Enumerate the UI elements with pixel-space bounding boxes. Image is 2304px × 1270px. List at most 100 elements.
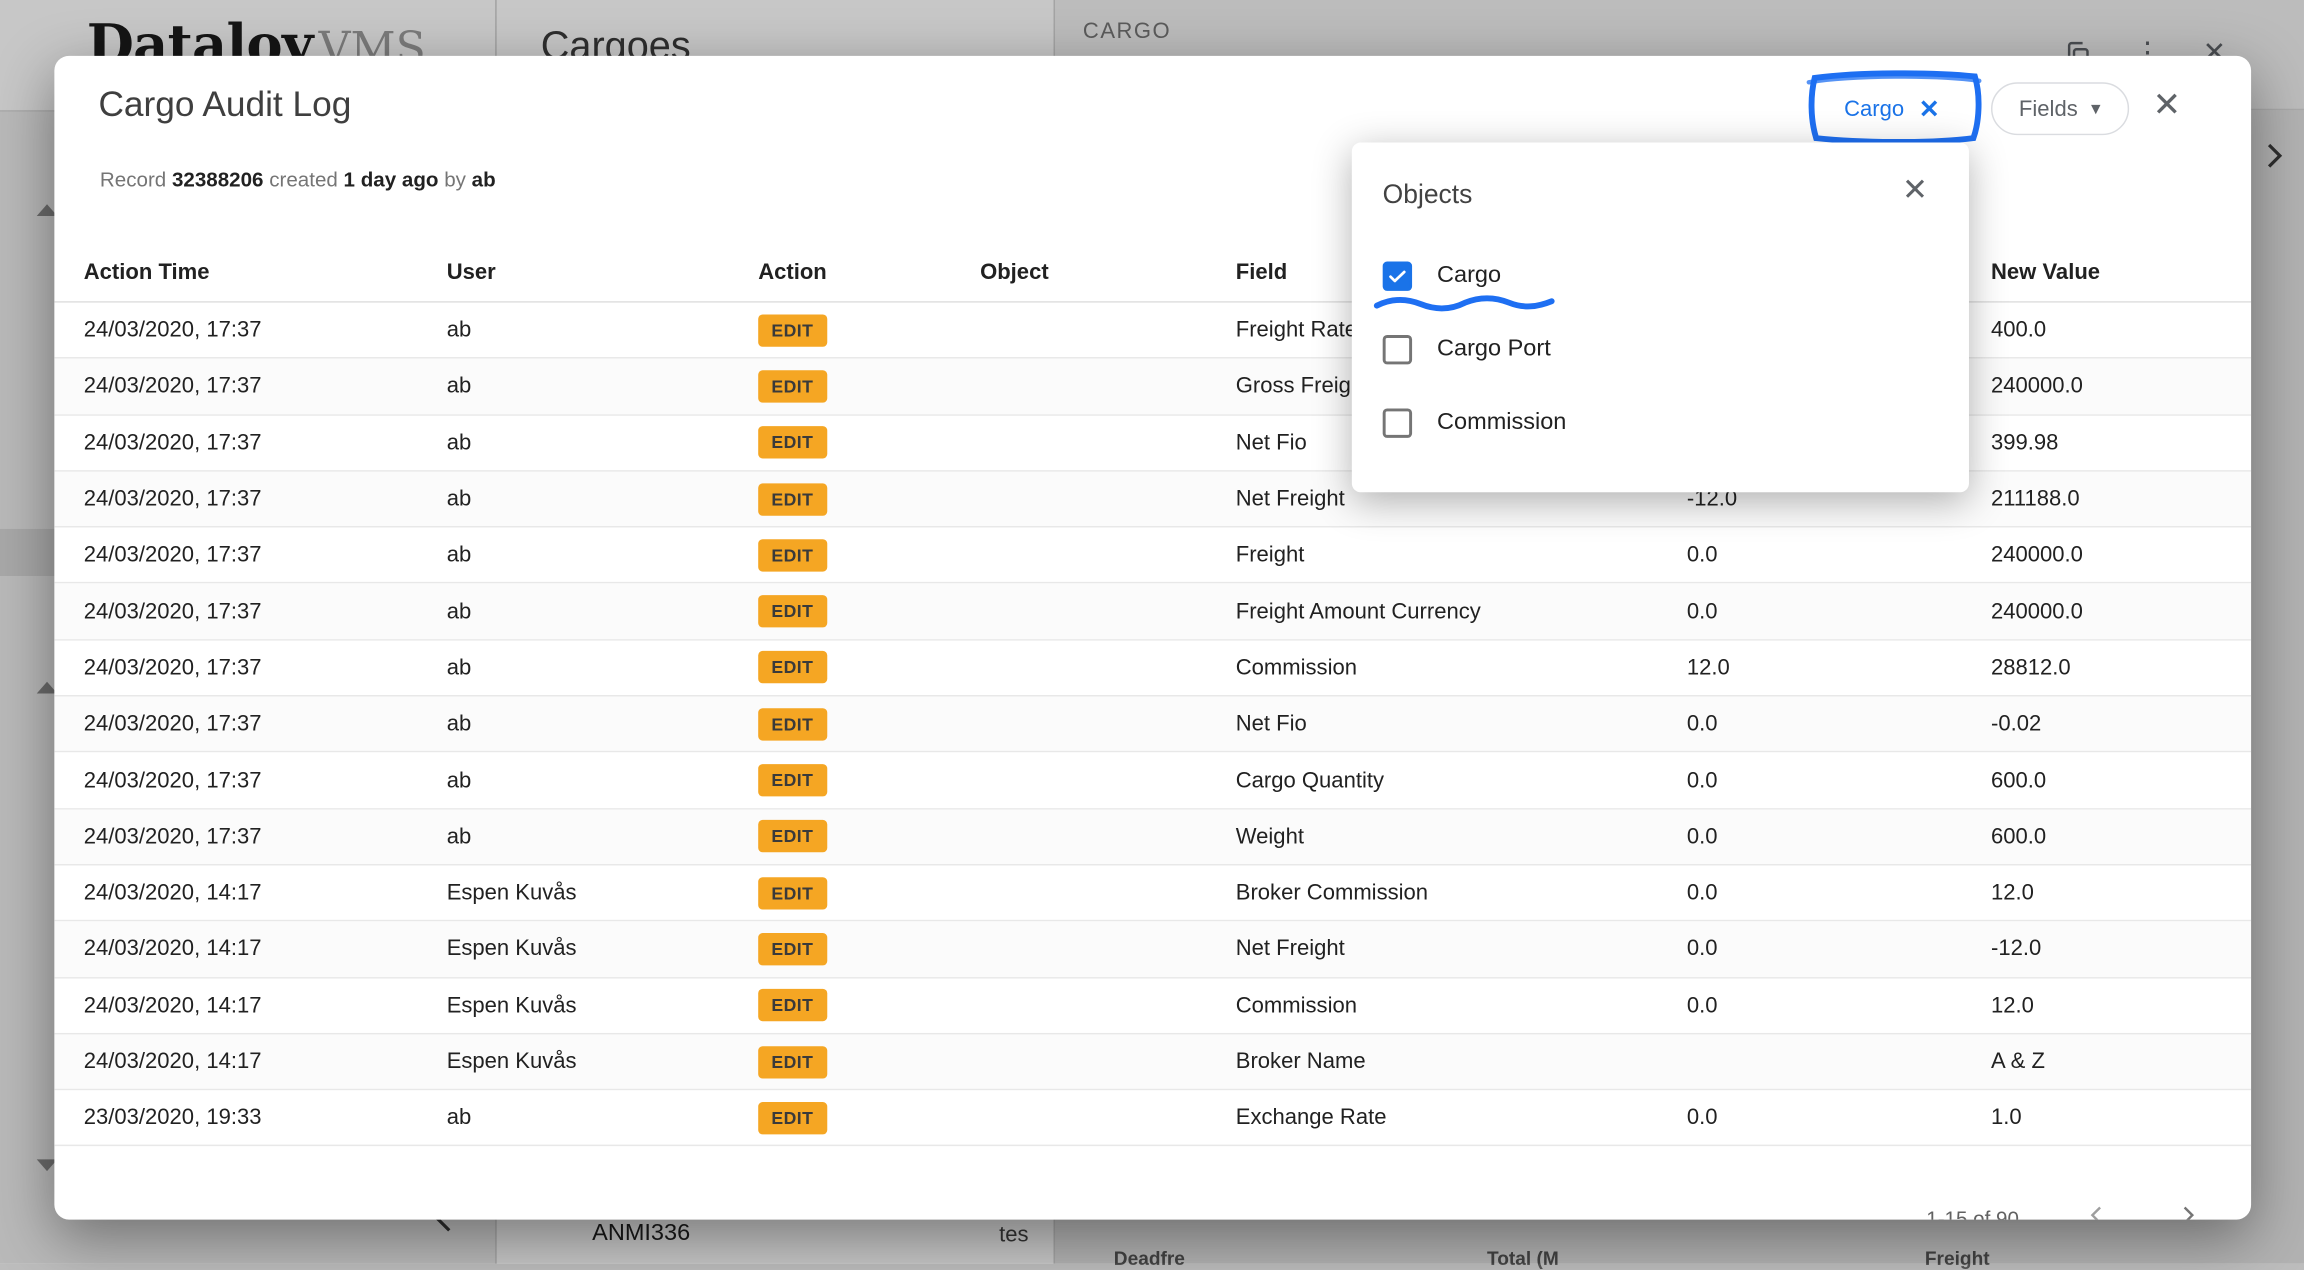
created-word: created: [269, 168, 338, 192]
option-label: Cargo Port: [1437, 336, 1551, 362]
cell-user: ab: [447, 599, 759, 624]
cell-field: Broker Commission: [1236, 880, 1687, 905]
cell-old-value: 0.0: [1687, 712, 1991, 737]
fields-dropdown-button[interactable]: Fields ▾: [1991, 82, 2128, 135]
cell-field: Weight: [1236, 824, 1687, 849]
cell-user: ab: [447, 1105, 759, 1130]
option-label: Commission: [1437, 410, 1566, 436]
filter-chip-cargo[interactable]: Cargo ✕: [1826, 87, 1957, 131]
cell-action: EDIT: [758, 595, 980, 627]
cell-new-value: 240000.0: [1991, 543, 2222, 568]
cell-action: EDIT: [758, 483, 980, 515]
cell-field: Broker Name: [1236, 1049, 1687, 1074]
objects-option[interactable]: Commission: [1352, 386, 1969, 459]
cell-field: Net Fio: [1236, 712, 1687, 737]
cell-action-time: 24/03/2020, 17:37: [84, 655, 447, 680]
cell-action: EDIT: [758, 708, 980, 740]
cell-old-value: 0.0: [1687, 824, 1991, 849]
column-header: Action: [758, 260, 980, 285]
action-badge: EDIT: [758, 652, 826, 684]
cell-action-time: 24/03/2020, 14:17: [84, 937, 447, 962]
cell-action-time: 23/03/2020, 19:33: [84, 1105, 447, 1130]
next-page-icon[interactable]: [2175, 1202, 2201, 1220]
cell-new-value: 12.0: [1991, 880, 2222, 905]
action-badge: EDIT: [758, 314, 826, 346]
cell-action: EDIT: [758, 652, 980, 684]
column-header: New Value: [1991, 260, 2222, 285]
chip-close-icon[interactable]: ✕: [1919, 96, 1940, 121]
cell-new-value: 28812.0: [1991, 655, 2222, 680]
cell-user: Espen Kuvås: [447, 880, 759, 905]
cell-field: Freight Amount Currency: [1236, 599, 1687, 624]
checkbox[interactable]: [1383, 335, 1412, 364]
cell-old-value: 0.0: [1687, 993, 1991, 1018]
pagination: 1-15 of 90: [1926, 1202, 2201, 1220]
table-row: 24/03/2020, 14:17 Espen Kuvås EDIT Net F…: [54, 922, 2251, 978]
cell-action: EDIT: [758, 1102, 980, 1134]
cell-user: ab: [447, 430, 759, 455]
dropdown-title: Objects: [1383, 179, 1473, 210]
objects-option[interactable]: Cargo: [1352, 240, 1969, 313]
column-header: Object: [980, 260, 1236, 285]
record-summary: Record 32388206 created 1 day ago by ab: [100, 168, 496, 192]
action-badge: EDIT: [758, 483, 826, 515]
action-badge: EDIT: [758, 1045, 826, 1077]
checkbox[interactable]: [1383, 408, 1412, 437]
previous-page-icon[interactable]: [2084, 1202, 2110, 1220]
dropdown-close-icon[interactable]: ✕: [1902, 175, 1928, 206]
cell-new-value: A & Z: [1991, 1049, 2222, 1074]
cell-old-value: 0.0: [1687, 1105, 1991, 1130]
cell-field: Commission: [1236, 655, 1687, 680]
checkbox[interactable]: [1383, 262, 1412, 291]
action-badge: EDIT: [758, 595, 826, 627]
cell-action-time: 24/03/2020, 14:17: [84, 1049, 447, 1074]
cell-user: ab: [447, 655, 759, 680]
table-row: 23/03/2020, 19:33 ab EDIT Exchange Rate …: [54, 1091, 2251, 1147]
cell-user: ab: [447, 824, 759, 849]
cell-new-value: 399.98: [1991, 430, 2222, 455]
action-badge: EDIT: [758, 708, 826, 740]
annotation-underline: [1372, 292, 1557, 310]
cell-action: EDIT: [758, 1045, 980, 1077]
cell-action: EDIT: [758, 764, 980, 796]
cell-old-value: 0.0: [1687, 543, 1991, 568]
cell-field: Exchange Rate: [1236, 1105, 1687, 1130]
cell-action-time: 24/03/2020, 17:37: [84, 712, 447, 737]
column-header: User: [447, 260, 759, 285]
cell-action: EDIT: [758, 820, 980, 852]
cell-action: EDIT: [758, 933, 980, 965]
cell-old-value: 12.0: [1687, 655, 1991, 680]
objects-dropdown: Objects ✕ Cargo Cargo Port Commission: [1352, 143, 1969, 493]
action-badge: EDIT: [758, 933, 826, 965]
cell-action-time: 24/03/2020, 14:17: [84, 880, 447, 905]
by-word: by: [444, 168, 466, 192]
cell-new-value: 211188.0: [1991, 486, 2222, 511]
action-badge: EDIT: [758, 820, 826, 852]
cell-user: ab: [447, 318, 759, 343]
cell-user: ab: [447, 486, 759, 511]
action-badge: EDIT: [758, 426, 826, 458]
cell-action-time: 24/03/2020, 17:37: [84, 543, 447, 568]
table-row: 24/03/2020, 17:37 ab EDIT Commission 12.…: [54, 640, 2251, 696]
cell-new-value: 400.0: [1991, 318, 2222, 343]
table-row: 24/03/2020, 17:37 ab EDIT Freight 0.0 24…: [54, 528, 2251, 584]
table-row: 24/03/2020, 14:17 Espen Kuvås EDIT Broke…: [54, 1034, 2251, 1090]
cell-action: EDIT: [758, 370, 980, 402]
cell-action-time: 24/03/2020, 17:37: [84, 599, 447, 624]
table-row: 24/03/2020, 14:17 Espen Kuvås EDIT Commi…: [54, 978, 2251, 1034]
table-row: 24/03/2020, 17:37 ab EDIT Net Fio 0.0 -0…: [54, 697, 2251, 753]
objects-option[interactable]: Cargo Port: [1352, 313, 1969, 386]
action-badge: EDIT: [758, 877, 826, 909]
cell-user: Espen Kuvås: [447, 993, 759, 1018]
audit-log-modal: Cargo Audit Log Record 32388206 created …: [54, 56, 2251, 1220]
record-id: 32388206: [172, 168, 264, 192]
modal-close-icon[interactable]: ✕: [2153, 88, 2181, 122]
cell-user: Espen Kuvås: [447, 1049, 759, 1074]
cell-new-value: 240000.0: [1991, 599, 2222, 624]
cell-field: Freight: [1236, 543, 1687, 568]
record-author: ab: [472, 168, 496, 192]
cell-new-value: 12.0: [1991, 993, 2222, 1018]
cell-action: EDIT: [758, 989, 980, 1021]
cell-action-time: 24/03/2020, 17:37: [84, 824, 447, 849]
cell-user: Espen Kuvås: [447, 937, 759, 962]
